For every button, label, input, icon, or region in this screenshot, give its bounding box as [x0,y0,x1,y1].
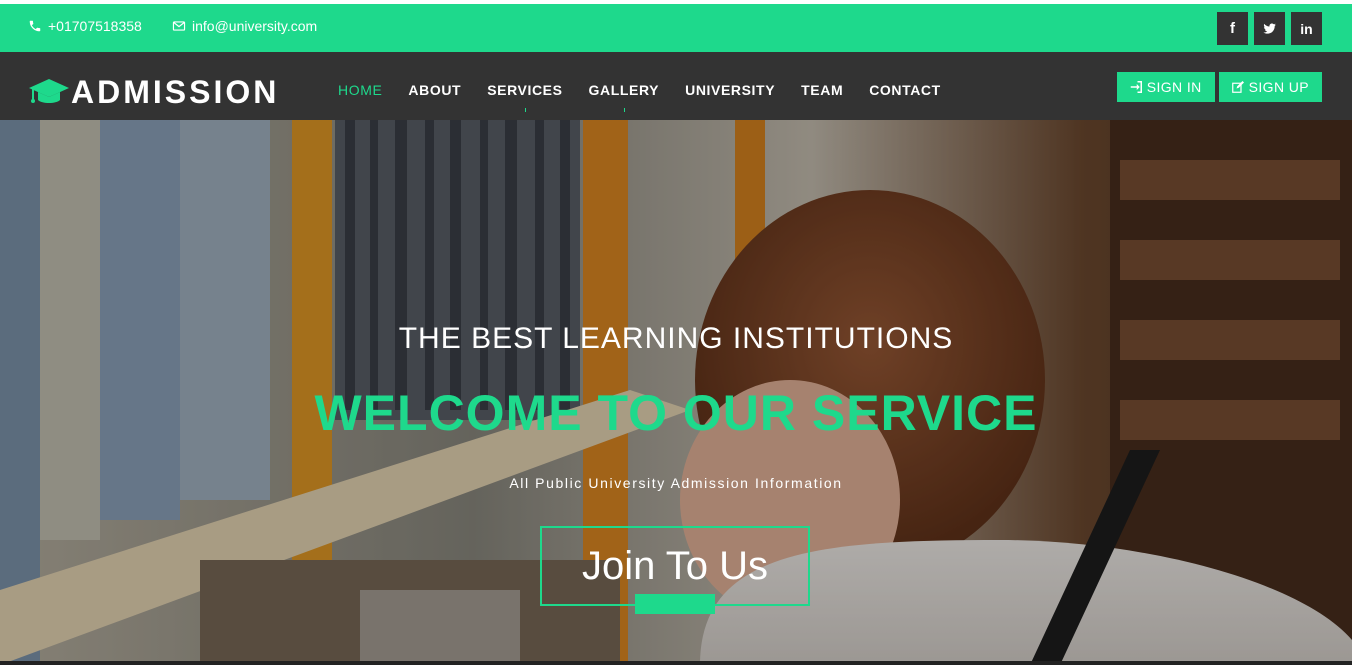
facebook-button[interactable]: f [1217,12,1248,45]
nav-item-services-label: SERVICES [487,82,563,98]
hero-kicker-text: THE BEST LEARNING INSTITUTIONS [398,322,954,355]
phone-icon [29,20,41,32]
linkedin-icon: in [1300,20,1313,37]
join-button-label: Join To Us [581,543,768,588]
nav-item-gallery-label: GALLERY [588,82,660,98]
nav-item-team[interactable]: TEAM [801,82,843,98]
join-button[interactable]: Join To Us [540,526,810,614]
phone-number: +01707518358 [48,18,142,34]
social-links: f in [1217,12,1322,45]
hero-headline: WELCOME TO OUR SERVICE [314,385,1038,441]
sign-in-label: SIGN IN [1146,79,1202,95]
email-contact[interactable]: info@university.com [172,18,317,34]
brand-name: ADMISSION [71,74,280,110]
hero-bottom-edge [0,661,1352,665]
linkedin-button[interactable]: in [1291,12,1322,45]
email-address: info@university.com [192,18,318,34]
auth-buttons: SIGN IN SIGN UP [1116,72,1322,102]
sign-in-button[interactable]: SIGN IN [1116,72,1215,102]
brand-logo[interactable]: ADMISSION [28,76,279,108]
phone-contact[interactable]: +01707518358 [28,18,142,34]
twitter-icon [1263,23,1276,34]
hero-banner: THE BEST LEARNING INSTITUTIONS WELCOME T… [0,120,1352,665]
dropdown-indicator [623,108,625,112]
twitter-button[interactable] [1254,12,1285,45]
envelope-icon [172,21,186,31]
join-accent-bar [635,594,715,614]
nav-menu: HOME ABOUT SERVICES GALLERY UNIVERSITY T… [338,82,967,112]
sign-up-button[interactable]: SIGN UP [1218,72,1322,102]
edit-icon [1231,81,1244,93]
nav-item-home[interactable]: HOME [338,82,382,98]
nav-item-university[interactable]: UNIVERSITY [685,82,775,98]
hero-kicker: THE BEST LEARNING INSTITUTIONS [0,322,1352,356]
nav-item-contact[interactable]: CONTACT [869,82,941,98]
facebook-icon: f [1230,20,1235,37]
nav-item-gallery[interactable]: GALLERY [588,82,660,112]
nav-item-services[interactable]: SERVICES [487,82,563,112]
main-navbar: ADMISSION HOME ABOUT SERVICES GALLERY UN… [0,52,1352,120]
graduation-cap-icon [29,79,69,103]
dropdown-indicator [524,108,526,112]
contact-bar: +01707518358 info@university.com f in [0,4,1352,52]
hero-subtitle: All Public University Admission Informat… [509,475,843,491]
page: +01707518358 info@university.com f in AD… [0,0,1352,665]
nav-item-about[interactable]: ABOUT [408,82,461,98]
sign-in-icon [1130,81,1142,93]
sign-up-label: SIGN UP [1248,79,1309,95]
